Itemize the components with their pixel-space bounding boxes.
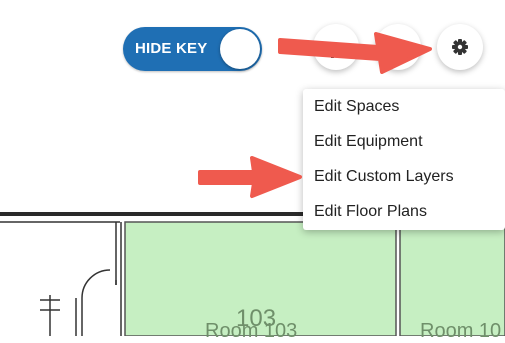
settings-menu: Edit Spaces Edit Equipment Edit Custom L… [303, 89, 505, 230]
gear-icon [452, 39, 468, 55]
toggle-knob[interactable] [220, 29, 260, 69]
menu-item-edit-custom-layers[interactable]: Edit Custom Layers [303, 159, 505, 194]
hide-key-toggle[interactable]: HIDE KEY [123, 27, 262, 71]
menu-item-edit-spaces[interactable]: Edit Spaces [303, 89, 505, 124]
room-name: Room 103 [205, 320, 298, 342]
room-name: Room 10 [420, 320, 502, 342]
hide-key-label: HIDE KEY [135, 40, 208, 57]
annotation-arrow-icon [278, 32, 432, 74]
menu-item-edit-floor-plans[interactable]: Edit Floor Plans [303, 194, 505, 229]
menu-item-edit-equipment[interactable]: Edit Equipment [303, 124, 505, 159]
annotation-arrow-icon [198, 156, 302, 198]
settings-button[interactable] [437, 24, 483, 70]
room-10-area [399, 221, 505, 337]
